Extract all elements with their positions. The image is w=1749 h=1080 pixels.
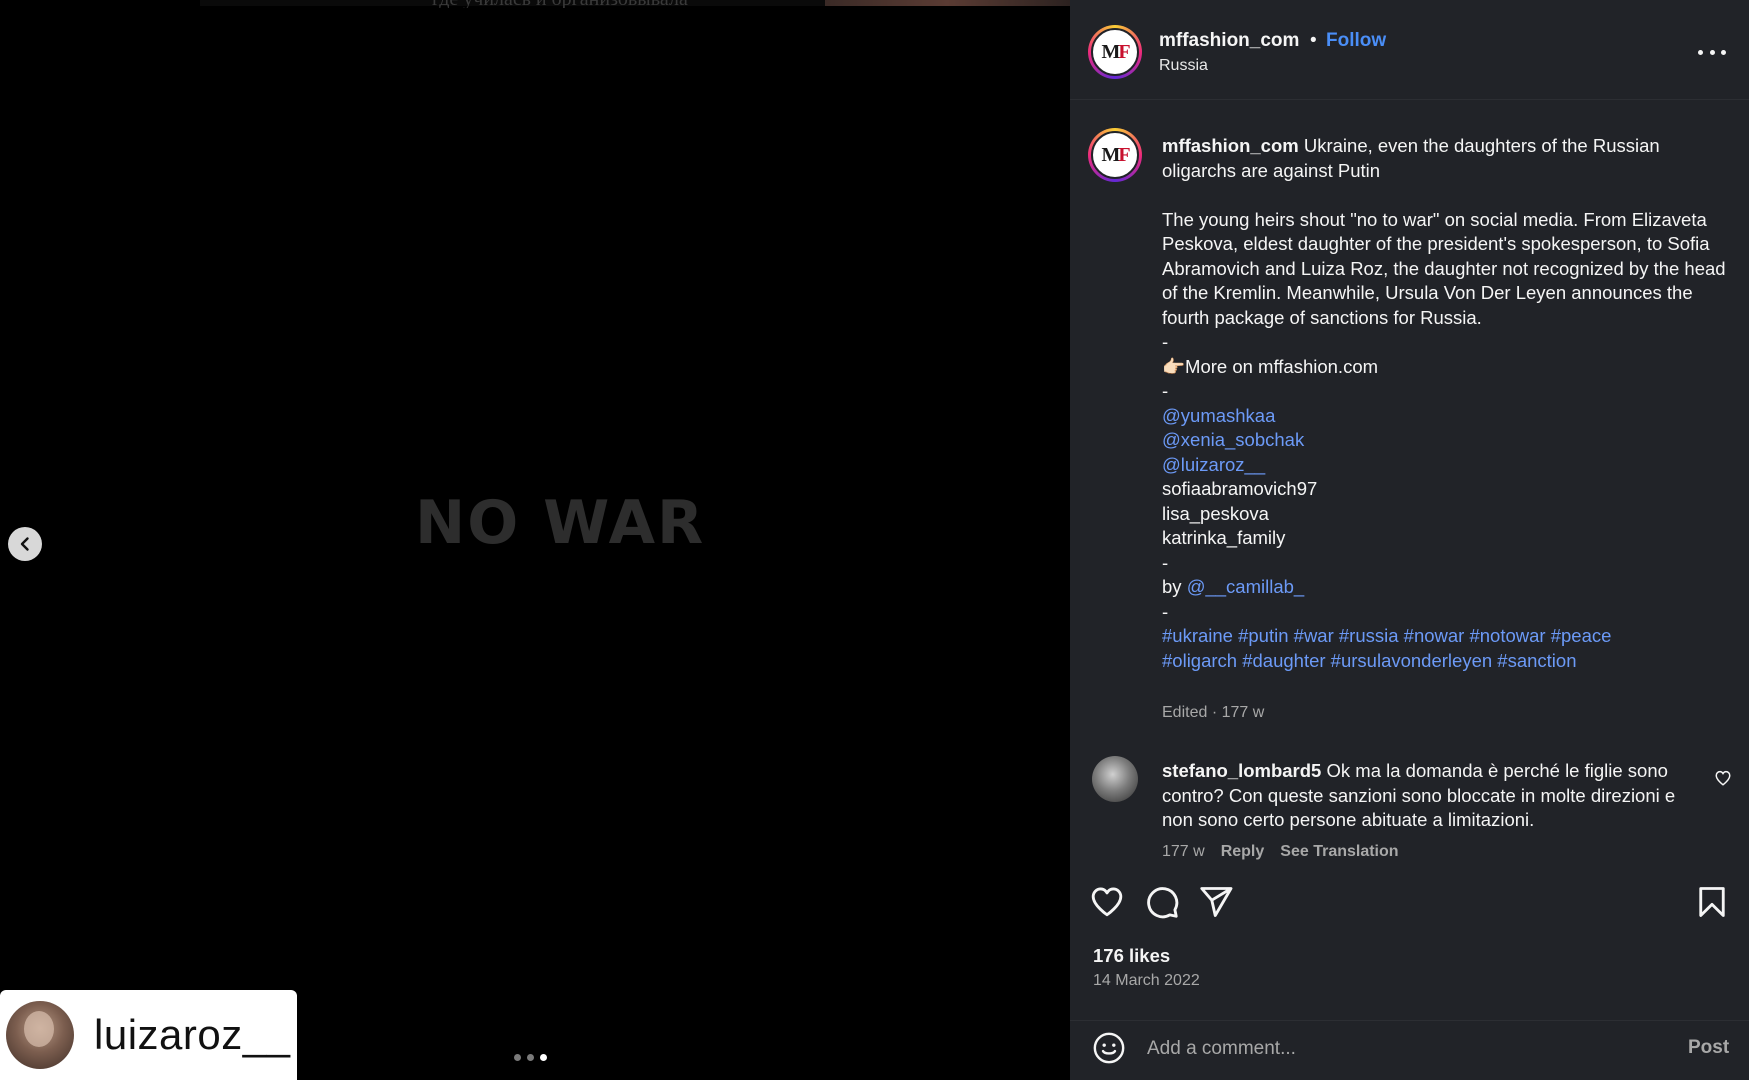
header-separator: •	[1310, 30, 1317, 51]
media-top-strip-photo	[825, 0, 1070, 6]
chevron-left-icon	[20, 537, 29, 551]
caption-by-label: by	[1162, 576, 1182, 597]
avatar[interactable]: MF	[1088, 128, 1142, 182]
follow-button[interactable]: Follow	[1326, 30, 1386, 52]
more-horizontal-icon[interactable]	[1698, 40, 1726, 64]
post-caption: mffashion_com Ukraine, even the daughter…	[1162, 134, 1732, 673]
bookmark-icon[interactable]	[1694, 884, 1730, 920]
post-side-panel: MF mffashion_com • Follow Russia MF mffa…	[1070, 0, 1749, 1080]
instagram-post-viewer: где училась и организовывала NO WAR luiz…	[0, 0, 1749, 1080]
add-comment-bar: Post	[1070, 1020, 1749, 1080]
comment-input[interactable]	[1147, 1035, 1627, 1063]
header-username[interactable]: mffashion_com	[1159, 30, 1299, 52]
media-russian-text: где училась и организовывала	[432, 0, 762, 8]
smiley-icon[interactable]	[1092, 1031, 1126, 1065]
heart-icon[interactable]	[1089, 884, 1125, 920]
mention-link[interactable]: @yumashkaa	[1162, 404, 1732, 429]
caption-name: lisa_peskova	[1162, 502, 1269, 524]
slide-indicator	[514, 1054, 547, 1061]
brand-logo: MF	[1091, 131, 1139, 179]
tag-username: luizaroz__	[94, 1011, 291, 1058]
hashtags-line[interactable]: #ukraine #putin #war #russia #nowar #not…	[1162, 624, 1732, 649]
caption-dash: -	[1162, 331, 1169, 352]
post-header: MF mffashion_com • Follow Russia	[1070, 0, 1749, 100]
hashtags-line[interactable]: #oligarch #daughter #ursulavonderleyen #…	[1162, 649, 1732, 674]
caption-dash: -	[1162, 551, 1169, 573]
pointing-hand-icon: 👉🏻	[1162, 355, 1186, 377]
caption-username[interactable]: mffashion_com	[1162, 135, 1299, 156]
mention-link[interactable]: @xenia_sobchak	[1162, 428, 1732, 453]
avatar	[6, 1001, 74, 1069]
post-comment-button[interactable]: Post	[1688, 1037, 1729, 1059]
caption-dash: -	[1162, 600, 1169, 622]
likes-count[interactable]: 176 likes	[1093, 945, 1170, 967]
previous-slide-button[interactable]	[8, 527, 42, 561]
heart-icon[interactable]	[1714, 769, 1732, 787]
avatar[interactable]: MF	[1088, 25, 1142, 79]
see-translation-button[interactable]: See Translation	[1280, 843, 1398, 861]
caption-meta: Edited · 177 w	[1162, 704, 1265, 721]
comment-username[interactable]: stefano_lombard5	[1162, 760, 1321, 781]
brand-logo: MF	[1091, 28, 1139, 76]
caption-name: katrinka_family	[1162, 527, 1286, 548]
avatar[interactable]	[1092, 756, 1138, 802]
slide-dot-active	[540, 1054, 547, 1061]
comment-icon[interactable]	[1144, 884, 1180, 920]
slide-dot	[514, 1054, 521, 1061]
caption-name: sofiaabramovich97	[1162, 478, 1318, 499]
comment-actions: 177 w Reply See Translation	[1162, 843, 1399, 861]
send-icon[interactable]	[1198, 884, 1234, 920]
caption-body: The young heirs shout "no to war" on soc…	[1162, 208, 1726, 328]
media-headline: NO WAR	[415, 488, 706, 558]
post-date: 14 March 2022	[1093, 972, 1200, 989]
comment: stefano_lombard5 Ok ma la domanda è perc…	[1162, 759, 1702, 833]
header-location[interactable]: Russia	[1159, 57, 1208, 75]
comment-age: 177 w	[1162, 843, 1205, 860]
post-actions	[1070, 884, 1749, 924]
mention-link[interactable]: @luizaroz__	[1162, 453, 1732, 478]
reply-button[interactable]: Reply	[1221, 843, 1265, 861]
caption-more-text: More on mffashion.com	[1185, 355, 1379, 377]
post-media: где училась и организовывала NO WAR luiz…	[0, 0, 1070, 1080]
user-tag-badge[interactable]: luizaroz__	[0, 990, 297, 1080]
slide-dot	[527, 1054, 534, 1061]
mention-link[interactable]: @__camillab_	[1187, 576, 1305, 597]
caption-dash: -	[1162, 380, 1169, 401]
